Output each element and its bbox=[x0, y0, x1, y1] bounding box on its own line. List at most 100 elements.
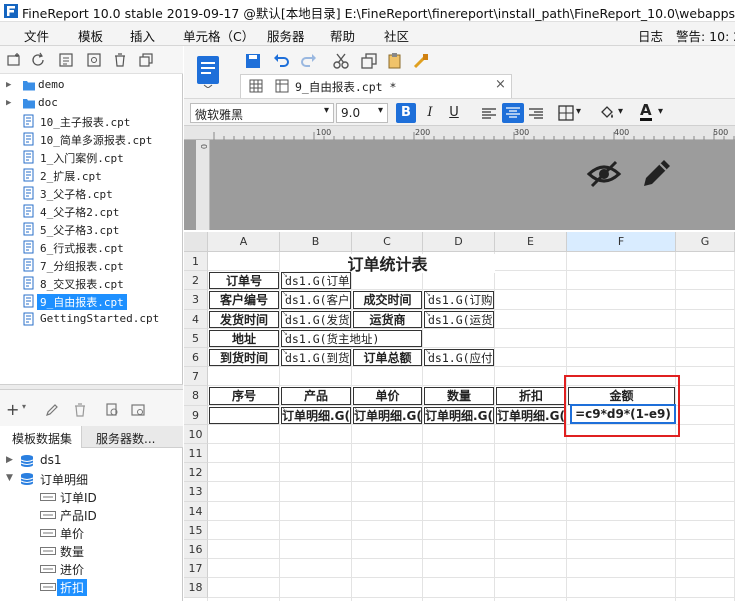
template-preview-icon[interactable] bbox=[194, 54, 222, 88]
chevron-down-icon[interactable]: ▾ bbox=[22, 402, 26, 411]
dataset-field[interactable]: 折扣 bbox=[0, 578, 182, 596]
menu-cell[interactable]: 单元格（C） bbox=[183, 26, 254, 45]
cell-a4[interactable]: 发货时间 bbox=[209, 310, 279, 328]
cell-b9[interactable]: 订单明细.G( bbox=[281, 406, 351, 424]
align-center-button[interactable] bbox=[502, 103, 524, 123]
tree-folder[interactable]: ▶ demo bbox=[0, 76, 182, 94]
chevron-down-icon[interactable]: ▾ bbox=[658, 106, 663, 117]
column-header-a[interactable]: A bbox=[208, 232, 280, 252]
menu-server[interactable]: 服务器 bbox=[267, 26, 305, 45]
chevron-down-icon[interactable]: ▾ bbox=[576, 106, 581, 117]
column-header-b[interactable]: B bbox=[280, 232, 352, 252]
row-header[interactable]: 8 bbox=[184, 386, 208, 406]
dataset-field[interactable]: 数量 bbox=[0, 542, 182, 560]
edit-pencil-icon[interactable] bbox=[640, 156, 674, 190]
tree-file[interactable]: 9_自由报表.cpt bbox=[0, 292, 182, 310]
cell-d3[interactable]: ds1.G(订购 bbox=[424, 291, 494, 309]
menu-log[interactable]: 日志 bbox=[638, 26, 663, 45]
edit-icon[interactable] bbox=[44, 402, 60, 418]
menu-community[interactable]: 社区 bbox=[384, 26, 409, 45]
template-list-icon[interactable] bbox=[58, 52, 74, 68]
bold-button[interactable]: B bbox=[396, 103, 416, 123]
undo-icon[interactable] bbox=[272, 52, 290, 70]
paste-icon[interactable] bbox=[386, 52, 404, 70]
chevron-down-icon[interactable]: ▾ bbox=[618, 106, 623, 117]
row-header[interactable]: 15 bbox=[184, 520, 208, 540]
row-header[interactable]: 7 bbox=[184, 367, 208, 387]
delete-dataset-icon[interactable] bbox=[72, 402, 88, 418]
row-header[interactable]: 1 bbox=[184, 252, 208, 272]
tree-folder[interactable]: ▶ doc bbox=[0, 94, 182, 112]
cell-c6[interactable]: 订单总额 bbox=[353, 349, 422, 367]
cell-a6[interactable]: 到货时间 bbox=[209, 349, 279, 367]
cut-icon[interactable] bbox=[332, 52, 350, 70]
tab-template-dataset[interactable]: 模板数据集 bbox=[0, 426, 82, 448]
tree-file[interactable]: 6_行式报表.cpt bbox=[0, 238, 182, 256]
align-left-icon[interactable] bbox=[481, 107, 497, 121]
redo-icon[interactable] bbox=[300, 52, 318, 70]
chevron-right-icon[interactable]: ▶ bbox=[6, 455, 13, 465]
row-header[interactable]: 5 bbox=[184, 328, 208, 348]
column-header-e[interactable]: E bbox=[495, 232, 567, 252]
cell-d9[interactable]: 订单明细.G( bbox=[424, 406, 494, 424]
format-painter-icon[interactable] bbox=[412, 52, 430, 70]
dataset-node[interactable]: ▶ ds1 bbox=[0, 452, 182, 470]
cell-b3[interactable]: ds1.G(客户 bbox=[281, 291, 351, 309]
chevron-right-icon[interactable]: ▶ bbox=[6, 98, 11, 108]
tree-file[interactable]: GettingStarted.cpt bbox=[0, 310, 182, 328]
italic-button[interactable]: I bbox=[420, 103, 440, 123]
cell-d6[interactable]: ds1.G(应付 bbox=[424, 349, 494, 367]
row-header[interactable]: 11 bbox=[184, 444, 208, 464]
tab-server-dataset[interactable]: 服务器数... bbox=[84, 426, 182, 448]
cell-b4[interactable]: ds1.G(发货 bbox=[281, 310, 351, 328]
tree-file[interactable]: 2_扩展.cpt bbox=[0, 166, 182, 184]
cell-b6[interactable]: ds1.G(到货 bbox=[281, 349, 351, 367]
menu-help[interactable]: 帮助 bbox=[330, 26, 355, 45]
row-header[interactable]: 17 bbox=[184, 559, 208, 579]
tree-file[interactable]: 10_主子报表.cpt bbox=[0, 112, 182, 130]
cell-b8[interactable]: 产品 bbox=[281, 387, 351, 405]
cell-c4[interactable]: 运货商 bbox=[353, 310, 422, 328]
dataset-field[interactable]: 单价 bbox=[0, 524, 182, 542]
refresh-icon[interactable] bbox=[30, 52, 46, 68]
tree-file[interactable]: 7_分组报表.cpt bbox=[0, 256, 182, 274]
dataset-field[interactable]: 产品ID bbox=[0, 506, 182, 524]
column-header-d[interactable]: D bbox=[423, 232, 495, 252]
grid-corner[interactable] bbox=[184, 232, 208, 252]
column-header-c[interactable]: C bbox=[352, 232, 423, 252]
menu-template[interactable]: 模板 bbox=[78, 26, 103, 45]
dataset-node[interactable]: ▼ 订单明细 bbox=[0, 470, 182, 488]
formula-cell-f9[interactable]: =c9*d9*(1-e9) bbox=[570, 404, 676, 424]
cell-b2[interactable]: ds1.G(订单 bbox=[281, 272, 351, 290]
cell-d4[interactable]: ds1.G(运货 bbox=[424, 310, 494, 328]
cell-a9[interactable] bbox=[209, 406, 279, 424]
cell-d8[interactable]: 数量 bbox=[424, 387, 494, 405]
chevron-right-icon[interactable]: ▶ bbox=[6, 80, 11, 90]
row-header[interactable]: 3 bbox=[184, 290, 208, 310]
editor-tab[interactable]: 9_自由报表.cpt * × bbox=[240, 74, 512, 98]
row-header[interactable]: 4 bbox=[184, 309, 208, 329]
cell-a3[interactable]: 客户编号 bbox=[209, 291, 279, 309]
tree-file[interactable]: 10_简单多源报表.cpt bbox=[0, 130, 182, 148]
report-grid[interactable]: A B C D E F G 1 2 3 4 5 6 7 8 9 10 11 12 13 14 15 16 17 18 订单统计表订… bbox=[184, 232, 735, 601]
close-tab-icon[interactable]: × bbox=[495, 77, 506, 92]
dataset-field[interactable]: 订单ID bbox=[0, 488, 182, 506]
chevron-down-icon[interactable]: ▼ bbox=[6, 473, 13, 483]
menu-insert[interactable]: 插入 bbox=[130, 26, 155, 45]
cell-a8[interactable]: 序号 bbox=[209, 387, 279, 405]
copy-icon[interactable] bbox=[138, 52, 154, 68]
menu-file[interactable]: 文件 bbox=[24, 26, 49, 45]
column-header-f[interactable]: F bbox=[567, 232, 676, 252]
row-header[interactable]: 16 bbox=[184, 540, 208, 560]
row-header[interactable]: 2 bbox=[184, 271, 208, 291]
border-icon[interactable] bbox=[558, 105, 574, 121]
underline-button[interactable]: U bbox=[444, 103, 464, 123]
tree-file[interactable]: 5_父子格3.cpt bbox=[0, 220, 182, 238]
tree-file[interactable]: 3_父子格.cpt bbox=[0, 184, 182, 202]
font-size-select[interactable]: 9.0 ▾ bbox=[336, 103, 388, 123]
new-folder-icon[interactable] bbox=[6, 52, 22, 68]
delete-icon[interactable] bbox=[112, 52, 128, 68]
cell-e9[interactable]: 订单明细.G( bbox=[496, 406, 566, 424]
column-header-g[interactable]: G bbox=[676, 232, 735, 252]
warning-indicator[interactable]: 警告: 10: 2 bbox=[676, 26, 735, 45]
